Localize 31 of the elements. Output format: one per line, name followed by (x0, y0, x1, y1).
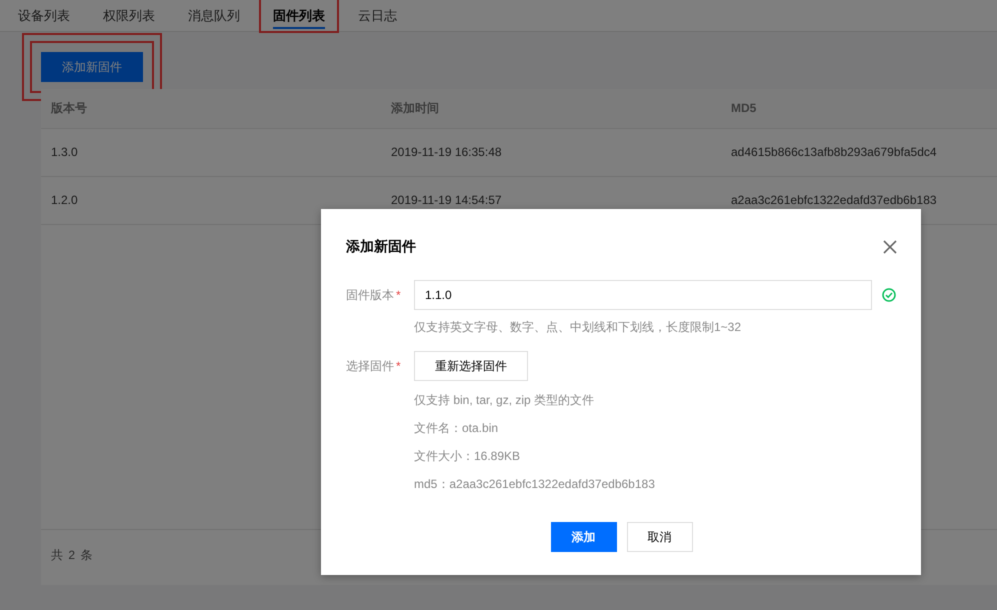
field-label: 固件版本 (346, 288, 394, 302)
required-mark: * (396, 359, 401, 373)
table-cell-text: 1.2.0 (50, 192, 79, 209)
table-cell-text: 1.3.0 (50, 144, 79, 161)
required-mark: * (396, 288, 401, 302)
file-info-text: 仅支持 bin, tar, gz, zip 类型的文件 (414, 392, 596, 409)
dialog-button[interactable]: 取消 (626, 522, 692, 552)
column-header: 版本号 (50, 100, 88, 117)
add-firmware-button[interactable]: 添加新固件 (41, 52, 143, 82)
table-cell-text: 2019-11-19 16:35:48 (390, 144, 503, 161)
dialog-button[interactable]: 添加 (550, 522, 616, 552)
dialog-title: 添加新固件 (346, 238, 416, 256)
file-info-text: 文件名：ota.bin (414, 420, 500, 437)
tab[interactable]: 设备列表 (18, 0, 70, 31)
file-info-text: 文件大小：16.89KB (414, 448, 522, 465)
table-cell-text: ad4615b866c13afb8b293a679bfa5dc4 (730, 144, 938, 161)
close-icon[interactable] (883, 240, 897, 254)
total-count: 共 2 条 (51, 548, 94, 562)
tab[interactable]: 权限列表 (103, 0, 155, 31)
tab[interactable]: 云日志 (358, 0, 397, 31)
column-header: 添加时间 (390, 100, 440, 117)
field-label: 选择固件 (346, 359, 394, 373)
table-cell-text: 2019-11-19 14:54:57 (390, 192, 503, 209)
version-input-field[interactable]: 1.1.0 (414, 280, 872, 310)
file-info-text: md5：a2aa3c261ebfc1322edafd37edb6b183 (414, 476, 656, 493)
column-header: MD5 (730, 100, 758, 117)
table-cell-text: a2aa3c261ebfc1322edafd37edb6b183 (730, 192, 938, 209)
reselect-file-button[interactable]: 重新选择固件 (414, 351, 528, 381)
field-hint: 仅支持英文字母、数字、点、中划线和下划线，长度限制1~32 (414, 319, 742, 336)
tab[interactable]: 消息队列 (188, 0, 240, 31)
tab[interactable]: 固件列表 (261, 0, 337, 31)
